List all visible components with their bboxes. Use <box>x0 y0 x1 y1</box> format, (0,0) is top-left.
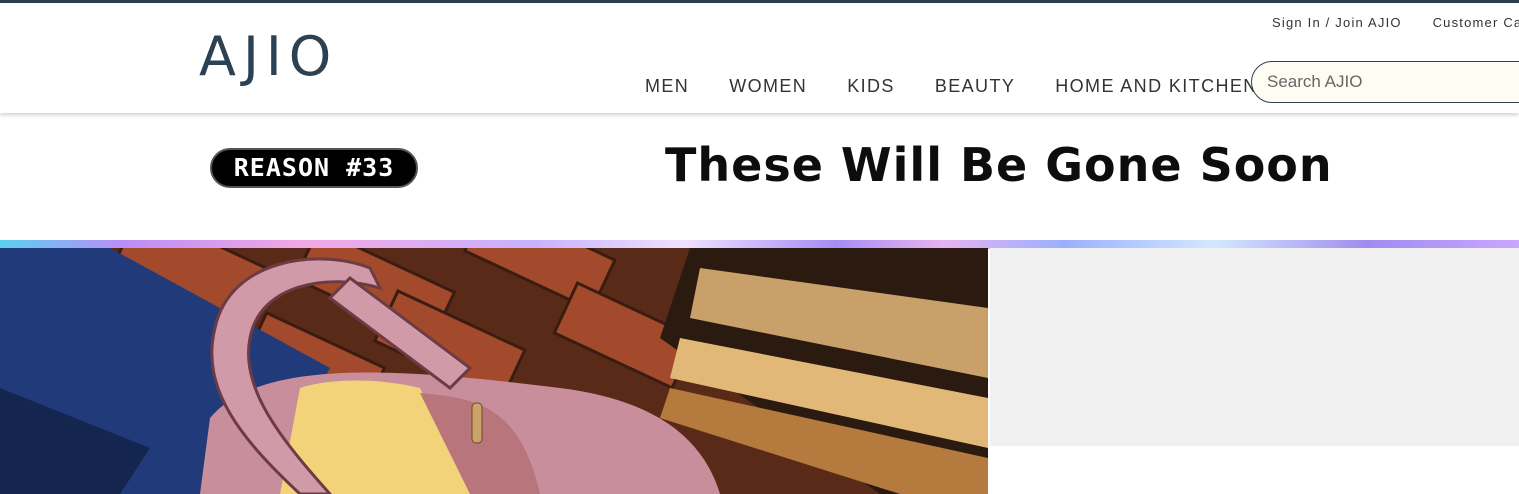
side-blank-area <box>990 446 1519 494</box>
promo-banner[interactable]: REASON #33 These Will Be Gone Soon <box>0 113 1519 240</box>
nav-women[interactable]: WOMEN <box>729 76 807 97</box>
reason-badge: REASON #33 <box>210 148 418 188</box>
side-promo-placeholder <box>990 248 1519 446</box>
ajio-logo[interactable]: AJIO <box>199 27 338 87</box>
nav-men[interactable]: MEN <box>645 76 689 97</box>
main-nav: MEN WOMEN KIDS BEAUTY HOME AND KITCHEN <box>645 76 1258 97</box>
sign-in-link[interactable]: Sign In / Join AJIO <box>1272 15 1402 30</box>
site-header: AJIO Sign In / Join AJIO Customer Care M… <box>0 3 1519 113</box>
nav-kids[interactable]: KIDS <box>847 76 895 97</box>
banner-title: These Will Be Gone Soon <box>665 138 1333 192</box>
hero-product-image[interactable] <box>0 248 988 494</box>
handbag-photo <box>0 248 988 494</box>
nav-home-and-kitchen[interactable]: HOME AND KITCHEN <box>1055 76 1257 97</box>
nav-beauty[interactable]: BEAUTY <box>935 76 1015 97</box>
search-input[interactable] <box>1251 61 1519 103</box>
utility-links: Sign In / Join AJIO Customer Care <box>1272 15 1519 30</box>
customer-care-link[interactable]: Customer Care <box>1433 15 1519 30</box>
